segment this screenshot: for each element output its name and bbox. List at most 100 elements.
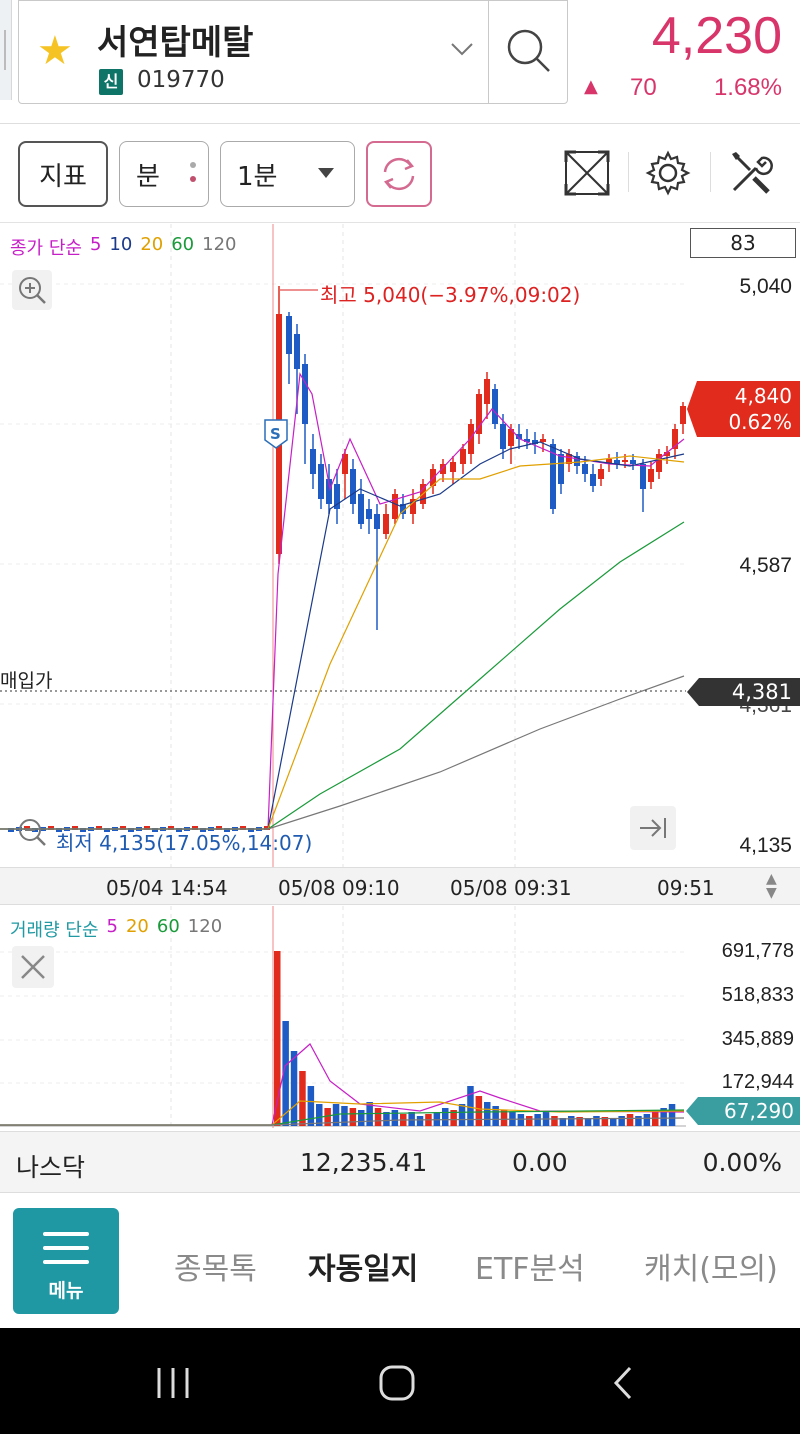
nav-item-catch-mock[interactable]: 캐치(모의) — [644, 1244, 778, 1288]
tools-icon — [732, 152, 773, 194]
system-navigation-bar — [0, 1328, 800, 1434]
fullscreen-button[interactable] — [562, 148, 612, 198]
candle — [484, 379, 490, 404]
volume-bar — [358, 1110, 365, 1126]
indicator-label: 지표 — [39, 161, 87, 192]
volume-bar — [433, 1112, 441, 1126]
toolbar-divider — [710, 152, 711, 192]
index-name: 나스닥 — [16, 1153, 86, 1182]
volume-bar — [442, 1108, 449, 1126]
candle — [680, 406, 686, 424]
favorite-star-icon[interactable]: ★ — [37, 31, 73, 71]
stock-header: ★ 서연탑메탈 신 019770 4,230 ▲ 70 1.68% — [0, 0, 800, 124]
volume-bar — [526, 1116, 533, 1126]
volume-bar — [307, 1086, 315, 1126]
volume-bar — [383, 1112, 390, 1126]
index-change: 0.00 — [512, 1148, 568, 1177]
close-volume-button[interactable] — [12, 946, 54, 988]
volume-bar — [341, 1106, 348, 1126]
legend-ma5: 5 — [89, 234, 102, 255]
volume-bar — [408, 1112, 415, 1126]
candle — [630, 460, 636, 464]
ma10-line — [0, 441, 685, 830]
legend-vma60: 60 — [156, 916, 180, 937]
zoom-out-button[interactable] — [12, 812, 52, 852]
candle — [460, 449, 466, 464]
zoom-out-icon — [19, 819, 46, 846]
refresh-icon — [383, 157, 415, 191]
low-annotation: 최저 4,135(17.05%,14:07) — [56, 831, 313, 855]
stock-name: 서연탑메탈 — [97, 23, 254, 63]
nav-item-stock-talk[interactable]: 종목톡 — [174, 1244, 257, 1288]
legend-ma60: 60 — [171, 234, 195, 255]
volume-bar — [290, 1051, 298, 1126]
y-label-low: 4,135 — [739, 834, 792, 857]
price-change: 70 — [630, 74, 657, 101]
refresh-button[interactable] — [366, 141, 432, 207]
nav-item-auto-journal[interactable]: 자동일지 — [308, 1244, 418, 1288]
caret-down-icon — [318, 168, 334, 178]
s-signal-label: S — [270, 425, 281, 443]
menu-button[interactable]: 메뉴 — [13, 1208, 119, 1314]
candle — [558, 454, 564, 484]
volume-bar — [635, 1116, 642, 1126]
candle — [540, 439, 546, 442]
chevron-down-icon[interactable] — [449, 35, 475, 63]
candle — [648, 469, 654, 482]
time-label: 05/08 09:10 — [278, 876, 400, 900]
purchase-price-tag: 4,381 — [687, 678, 800, 706]
candle — [350, 469, 356, 504]
chart-count-box[interactable]: 83 — [690, 228, 796, 258]
ma20-line — [0, 455, 685, 830]
ma5-line — [0, 372, 685, 830]
arrow-right-bar-icon — [640, 818, 666, 838]
candle — [492, 389, 498, 424]
nav-item-etf-analysis[interactable]: ETF분석 — [475, 1244, 585, 1288]
close-icon — [21, 955, 45, 979]
stock-selector[interactable]: ★ 서연탑메탈 신 019770 — [18, 0, 568, 104]
period-dropdown[interactable]: 1분 — [220, 141, 355, 207]
period-label: 1분 — [237, 161, 278, 192]
candle — [310, 449, 316, 474]
recent-apps-icon[interactable] — [150, 1364, 196, 1404]
unit-button[interactable]: 분 — [119, 141, 209, 207]
index-value: 12,235.41 — [300, 1148, 428, 1177]
resize-handle-icon[interactable]: ▲ ▼ — [766, 872, 777, 900]
candle — [500, 424, 506, 449]
volume-legend-prefix: 거래량 단순 — [10, 920, 99, 941]
legend-prefix: 종가 단순 — [10, 238, 82, 259]
candle — [318, 464, 324, 499]
volume-bar — [668, 1104, 676, 1126]
home-icon[interactable] — [376, 1364, 420, 1404]
indicator-button[interactable]: 지표 — [18, 141, 108, 207]
price-legend: 종가 단순 5 10 20 60 120 — [10, 234, 237, 260]
unit-label: 분 — [136, 161, 160, 192]
market-index-bar[interactable]: 나스닥 12,235.41 0.00 0.00% — [0, 1131, 800, 1193]
settings-button[interactable] — [643, 148, 693, 198]
candle — [366, 509, 372, 519]
volume-bar — [610, 1118, 617, 1126]
candle — [302, 364, 308, 424]
jump-to-latest-button[interactable] — [630, 806, 676, 850]
candle — [476, 394, 482, 434]
volume-y-label: 345,889 — [721, 1028, 794, 1050]
price-chart-panel[interactable]: S — [0, 224, 800, 867]
current-price-tag-value: 4,840 — [734, 384, 792, 408]
up-arrow-icon: ▲ — [584, 76, 598, 97]
candlestick-chart[interactable]: S — [0, 224, 800, 867]
side-drawer-handle[interactable] — [0, 0, 12, 100]
legend-vma5: 5 — [106, 916, 118, 937]
purchase-price-label: 매입가 — [0, 670, 53, 692]
volume-bar — [593, 1116, 600, 1126]
time-label: 09:51 — [657, 876, 715, 900]
tools-button[interactable] — [726, 148, 776, 198]
time-axis: 05/04 14:54 05/08 09:10 05/08 09:31 09:5… — [0, 867, 800, 905]
volume-bar — [500, 1110, 508, 1126]
volume-bar — [391, 1110, 399, 1126]
back-icon[interactable] — [604, 1364, 644, 1404]
search-button[interactable] — [488, 1, 568, 103]
zoom-in-button[interactable] — [12, 270, 52, 310]
ma60-line — [0, 521, 685, 830]
volume-bar — [652, 1112, 659, 1126]
current-price-tag: 4,840 0.62% — [687, 381, 800, 437]
